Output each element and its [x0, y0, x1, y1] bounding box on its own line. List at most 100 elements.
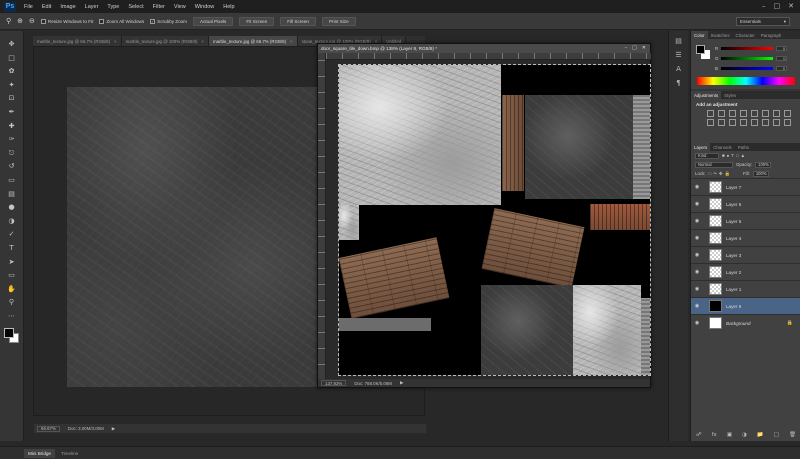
red-wood-strip[interactable] [590, 204, 650, 230]
vertical-ruler[interactable] [318, 53, 326, 381]
light-stone-tile-fragment[interactable] [339, 205, 359, 240]
eye-icon[interactable]: ◉ [691, 303, 703, 309]
green-gradient-bar[interactable] [721, 56, 774, 60]
exposure-icon[interactable] [740, 110, 747, 117]
metal-strip[interactable] [633, 95, 650, 199]
tab-paths[interactable]: Paths [735, 143, 752, 151]
folder-icon[interactable]: 📁 [757, 432, 764, 438]
tab-character[interactable]: Character [733, 31, 758, 39]
status-arrow-icon[interactable]: ▶ [400, 380, 403, 386]
tab-layers[interactable]: Layers [691, 143, 711, 151]
tab-paragraph[interactable]: Paragraph [758, 31, 785, 39]
gradient-tool-icon[interactable]: ▤ [6, 189, 18, 199]
eye-icon[interactable]: ◉ [691, 269, 703, 275]
blue-gradient-bar[interactable] [720, 66, 773, 70]
vibrance-icon[interactable] [751, 110, 758, 117]
adjustment-layer-icon[interactable]: ◑ [742, 432, 747, 438]
quick-select-tool-icon[interactable]: ✦ [6, 80, 18, 90]
eye-icon[interactable]: ◉ [691, 184, 703, 190]
menu-window[interactable]: Window [195, 4, 215, 10]
workspace-select[interactable]: Essentials ▾ [736, 17, 790, 26]
zoom-all-checkbox[interactable]: Zoom All Windows [99, 18, 144, 24]
history-panel-icon[interactable]: ▤ [674, 37, 684, 45]
eye-icon[interactable]: ◉ [691, 218, 703, 224]
mask-icon[interactable]: ▣ [727, 432, 732, 438]
color-balance-icon[interactable] [773, 110, 780, 117]
tab-document-3[interactable]: marble_texture.jpg @ 66.7% (RGB/8) × [209, 36, 298, 46]
type-tool-icon[interactable]: T [6, 243, 18, 253]
floating-document-window[interactable]: door_square_tile_down.bmp @ 138% (Layer … [317, 43, 651, 388]
gradient-map-icon[interactable] [773, 119, 780, 126]
crop-tool-icon[interactable]: ⊡ [6, 93, 18, 103]
blur-tool-icon[interactable]: ● [6, 202, 18, 212]
eye-icon[interactable]: ◉ [691, 286, 703, 292]
channel-mixer-icon[interactable] [718, 119, 725, 126]
tab-channels[interactable]: Channels [710, 143, 735, 151]
brightness-icon[interactable] [707, 110, 714, 117]
layer-row-background[interactable]: ◉ Background 🔒 [691, 314, 800, 331]
selective-color-icon[interactable] [784, 119, 791, 126]
photo-filter-icon[interactable] [707, 119, 714, 126]
menu-layer[interactable]: Layer [85, 4, 99, 10]
menu-type[interactable]: Type [107, 4, 119, 10]
close-icon[interactable]: ✕ [642, 45, 646, 51]
red-slider[interactable]: R 0 [715, 45, 795, 51]
zoom-tool-icon[interactable]: ⚲ [6, 297, 18, 307]
tab-timeline[interactable]: Timeline [57, 449, 82, 458]
tab-adjustments[interactable]: Adjustments [691, 91, 722, 99]
levels-icon[interactable] [718, 110, 725, 117]
dodge-tool-icon[interactable]: ◑ [6, 216, 18, 226]
menu-help[interactable]: Help [223, 4, 234, 10]
paragraph-panel-icon[interactable]: ¶ [674, 79, 684, 87]
foreground-color-swatch[interactable] [3, 328, 14, 339]
minimize-icon[interactable]: – [625, 45, 628, 51]
light-granite-tile[interactable] [573, 285, 641, 375]
tab-swatches[interactable]: Swatches [708, 31, 733, 39]
menu-image[interactable]: Image [60, 4, 75, 10]
vertical-wood-strip[interactable] [502, 95, 524, 191]
marble-texture-image[interactable] [67, 87, 330, 387]
layer-row[interactable]: ◉ Layer 2 [691, 263, 800, 280]
zoom-tool-icon[interactable]: ⚲ [6, 17, 11, 25]
lasso-tool-icon[interactable]: ✿ [6, 66, 18, 76]
blue-value[interactable]: 0 [775, 65, 787, 71]
close-icon[interactable]: × [114, 39, 117, 44]
color-swatches[interactable] [3, 328, 20, 344]
threshold-icon[interactable] [762, 119, 769, 126]
minimize-icon[interactable]: – [762, 2, 766, 10]
eye-icon[interactable]: ◉ [691, 201, 703, 207]
posterize-icon[interactable] [751, 119, 758, 126]
maximize-icon[interactable]: □ [774, 2, 781, 10]
blend-mode-select[interactable]: Normal [695, 161, 733, 168]
close-icon[interactable]: × [290, 39, 293, 44]
new-layer-icon[interactable]: □ [774, 432, 779, 438]
print-size-button[interactable]: Print Size [321, 16, 356, 26]
clone-stamp-tool-icon[interactable]: ⎋ [6, 148, 18, 158]
eyedropper-tool-icon[interactable]: ✒ [6, 107, 18, 117]
trash-icon[interactable]: 🗑 [789, 432, 796, 438]
layer-row[interactable]: ◉ Layer 6 [691, 195, 800, 212]
menu-filter[interactable]: Filter [153, 4, 165, 10]
actual-pixels-button[interactable]: Actual Pixels [193, 16, 234, 26]
red-value[interactable]: 0 [776, 45, 788, 51]
blue-slider[interactable]: B 0 [715, 65, 795, 71]
color-spectrum[interactable] [697, 77, 795, 85]
link-icon[interactable]: ☍ [696, 432, 702, 438]
tab-mini-bridge[interactable]: Mini Bridge [24, 448, 55, 458]
fill-field[interactable]: 100% [752, 170, 769, 177]
zoom-level[interactable]: 66.67% [37, 425, 60, 432]
grey-strip-tile[interactable] [339, 318, 431, 331]
eraser-tool-icon[interactable]: ▭ [6, 175, 18, 185]
foreground-color-swatch[interactable] [696, 45, 705, 54]
color-lookup-icon[interactable] [729, 119, 736, 126]
resize-windows-checkbox[interactable]: Resize Windows to Fit [40, 18, 93, 24]
brush-tool-icon[interactable]: ✑ [6, 134, 18, 144]
wood-plank-tile-left[interactable] [339, 237, 450, 319]
eye-icon[interactable]: ◉ [691, 320, 703, 326]
pen-tool-icon[interactable]: ✓ [6, 229, 18, 239]
marquee-tool-icon[interactable]: □ [6, 53, 18, 63]
zoom-in-icon[interactable]: ⊕ [17, 17, 23, 25]
tab-color[interactable]: Color [691, 31, 708, 39]
eye-icon[interactable]: ◉ [691, 235, 703, 241]
zoom-level[interactable]: 137.92% [321, 380, 347, 386]
